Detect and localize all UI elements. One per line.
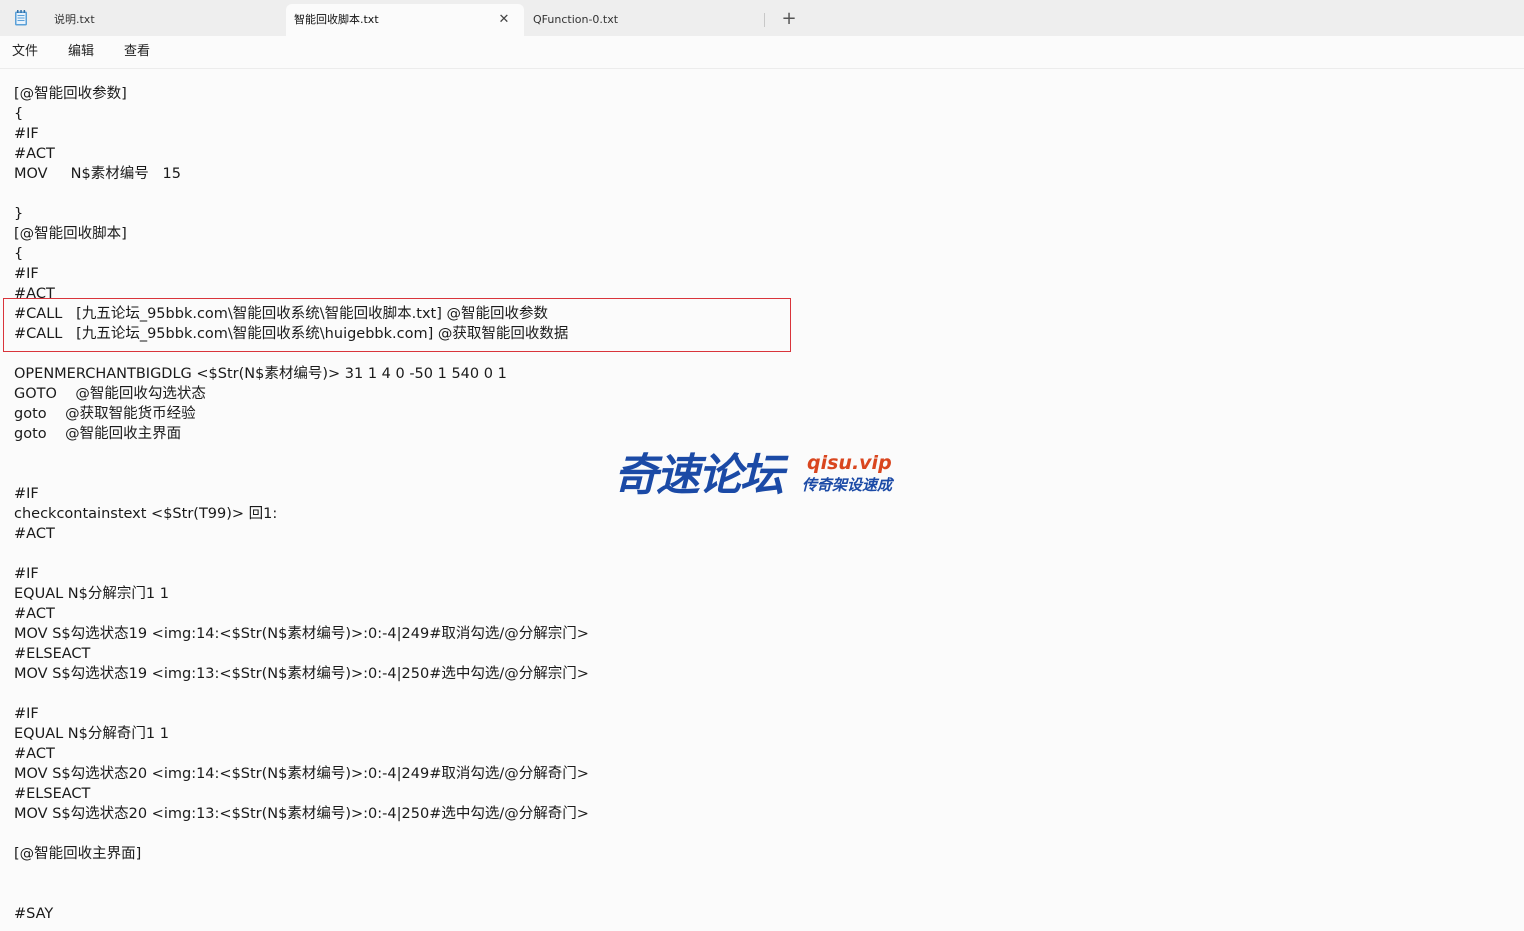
plus-icon[interactable]: + (778, 4, 800, 34)
editor-line: { (14, 246, 24, 262)
editor-line: #IF (14, 266, 39, 282)
editor-line: [@智能回收参数] (14, 86, 127, 102)
watermark-logo: 奇速论坛 qisu.vip 传奇架设速成 (614, 449, 914, 503)
editor-line: #IF (14, 706, 39, 722)
editor-line: [@智能回收脚本] (14, 226, 127, 242)
editor-line: #ACT (14, 606, 55, 622)
editor-line: #IF (14, 126, 39, 142)
menu-view[interactable]: 查看 (124, 36, 150, 68)
editor-line: #ELSEACT (14, 646, 91, 662)
editor-line: goto @智能回收主界面 (14, 426, 182, 442)
watermark-url: qisu.vip (807, 452, 892, 474)
editor-line: #ELSEACT (14, 786, 91, 802)
editor-line: MOV S$勾选状态20 <img:14:<$Str(N$素材编号)>:0:-4… (14, 766, 589, 782)
editor-line: MOV S$勾选状态19 <img:13:<$Str(N$素材编号)>:0:-4… (14, 666, 589, 682)
editor-line: EQUAL N$分解奇门1 1 (14, 726, 169, 742)
menu-bar: 文件 编辑 查看 (0, 36, 1524, 69)
editor-line: MOV S$勾选状态19 <img:14:<$Str(N$素材编号)>:0:-4… (14, 626, 589, 642)
editor-line: #IF (14, 486, 39, 502)
editor-line: #IF (14, 566, 39, 582)
tab-active-script[interactable]: 智能回收脚本.txt ✕ (286, 4, 524, 36)
close-icon[interactable]: ✕ (496, 4, 512, 36)
tab-qfunction[interactable]: QFunction-0.txt (525, 4, 765, 36)
tab-bar: 说明.txt 智能回收脚本.txt ✕ QFunction-0.txt + (0, 0, 1524, 36)
menu-edit[interactable]: 编辑 (68, 36, 94, 68)
menu-file[interactable]: 文件 (12, 36, 38, 68)
editor-line: #ACT (14, 746, 55, 762)
tab-shuoming[interactable]: 说明.txt (46, 4, 284, 36)
editor-line: #ACT (14, 526, 55, 542)
tab-label: 说明.txt (54, 13, 95, 26)
tab-separator (764, 13, 765, 27)
highlight-box (3, 298, 791, 352)
editor-content[interactable]: [@智能回收参数] { #IF #ACT MOV N$素材编号 15} [@智能回收脚本]… (14, 84, 589, 924)
editor-line: { (14, 106, 24, 122)
editor-line: EQUAL N$分解宗门1 1 (14, 586, 169, 602)
editor-line: #ACT (14, 146, 55, 162)
editor-line: #SAY (14, 906, 54, 922)
tab-label: 智能回收脚本.txt (294, 13, 379, 26)
editor-line: MOV S$勾选状态20 <img:13:<$Str(N$素材编号)>:0:-4… (14, 806, 589, 822)
editor-line: checkcontainstext <$Str(T99)> 回1: (14, 506, 278, 522)
editor-line: } (14, 206, 24, 222)
text-editor[interactable]: [@智能回收参数] { #IF #ACT MOV N$素材编号 15} [@智能回收脚本]… (0, 69, 1524, 931)
notepad-icon (15, 10, 27, 26)
tab-label: QFunction-0.txt (533, 13, 619, 26)
editor-line: [@智能回收主界面] (14, 846, 142, 862)
editor-line: OPENMERCHANTBIGDLG <$Str(N$素材编号)> 31 1 4… (14, 366, 507, 382)
editor-line: GOTO @智能回收勾选状态 (14, 386, 206, 402)
watermark-subtitle: 传奇架设速成 (802, 476, 893, 494)
editor-line: MOV N$素材编号 15 (14, 166, 181, 182)
notepad-window: 说明.txt 智能回收脚本.txt ✕ QFunction-0.txt + 文件… (0, 0, 1524, 931)
watermark-main-text: 奇速论坛 (614, 450, 784, 501)
editor-line: goto @获取智能货币经验 (14, 406, 196, 422)
